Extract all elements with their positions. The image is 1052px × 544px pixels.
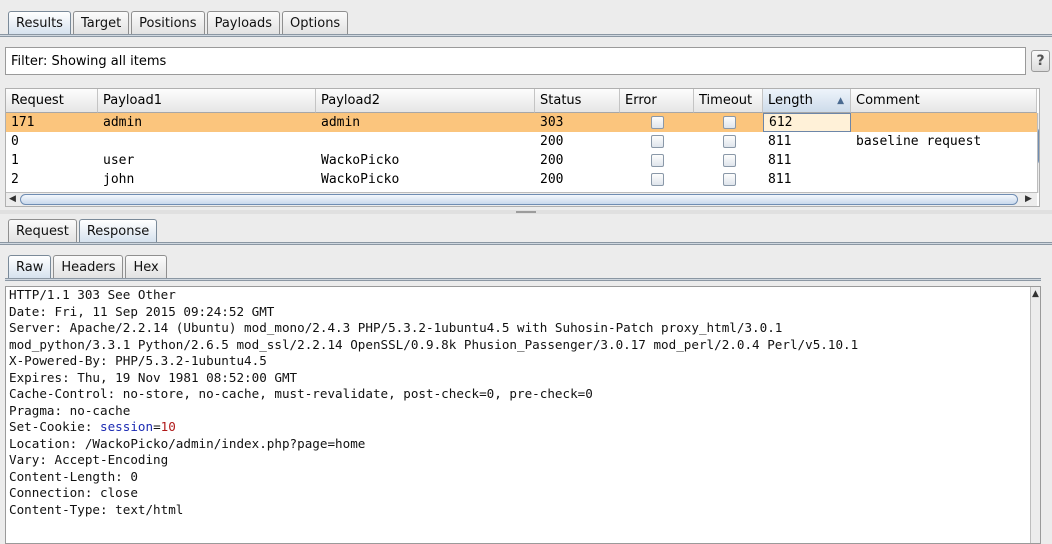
cell-comment bbox=[851, 170, 1039, 189]
view-tabbar: Raw Headers Hex bbox=[8, 255, 169, 278]
detail-tabbar: Request Response bbox=[8, 219, 159, 242]
cell-payload1: admin bbox=[103, 115, 143, 130]
cell-payload2 bbox=[316, 132, 540, 151]
response-line: Pragma: no-cache bbox=[9, 402, 131, 418]
response-vertical-scrollbar[interactable]: ▲ bbox=[1030, 287, 1040, 543]
response-line-set-cookie: Set-Cookie: session=10 bbox=[9, 419, 858, 436]
table-row[interactable]: 171 admin admin 303 612 bbox=[6, 113, 1037, 132]
table-vertical-scrollbar[interactable]: ▲ ▼ bbox=[1037, 113, 1040, 193]
cell-payload2: WackoPicko bbox=[321, 172, 400, 187]
response-line: HTTP/1.1 303 See Other bbox=[9, 287, 176, 302]
column-header-payload1[interactable]: Payload1 bbox=[98, 89, 316, 113]
response-line: Server: Apache/2.2.14 (Ubuntu) mod_mono/… bbox=[9, 320, 783, 335]
response-line: Location: /WackoPicko/admin/index.php?pa… bbox=[9, 435, 366, 451]
column-header-length-label: Length bbox=[768, 93, 813, 108]
scroll-left-icon[interactable]: ◀ bbox=[9, 194, 16, 204]
scroll-down-icon[interactable]: ▼ bbox=[1039, 171, 1040, 181]
column-header-timeout[interactable]: Timeout bbox=[694, 89, 763, 113]
timeout-checkbox bbox=[723, 173, 736, 186]
response-line: Content-Length: 0 bbox=[9, 468, 138, 484]
response-line: Cache-Control: no-store, no-cache, must-… bbox=[9, 386, 593, 401]
response-line: Content-Type: text/html bbox=[9, 501, 184, 517]
cell-comment: baseline request bbox=[856, 134, 982, 149]
cookie-prefix: Set-Cookie: bbox=[9, 419, 100, 434]
cell-payload1 bbox=[98, 132, 321, 151]
tab-positions[interactable]: Positions bbox=[131, 11, 205, 34]
column-header-error[interactable]: Error bbox=[620, 89, 694, 113]
table-horizontal-scroll-thumb[interactable] bbox=[20, 194, 1018, 205]
cell-length: 811 bbox=[768, 172, 792, 187]
top-tab-underline bbox=[0, 34, 1052, 37]
cell-length: 811 bbox=[768, 134, 792, 149]
tab-raw[interactable]: Raw bbox=[8, 255, 52, 278]
cell-status: 200 bbox=[540, 134, 564, 149]
response-line: Date: Fri, 11 Sep 2015 09:24:52 GMT bbox=[9, 303, 275, 319]
cell-status: 200 bbox=[540, 172, 564, 187]
cell-request: 171 bbox=[11, 115, 35, 130]
cookie-name: session bbox=[100, 419, 154, 434]
cell-comment bbox=[851, 151, 1039, 170]
tab-options[interactable]: Options bbox=[282, 11, 349, 34]
timeout-checkbox bbox=[723, 154, 736, 167]
divider-grip-icon bbox=[516, 211, 536, 213]
tab-target[interactable]: Target bbox=[72, 11, 130, 34]
cell-request: 0 bbox=[11, 134, 19, 149]
scroll-right-icon[interactable]: ▶ bbox=[1025, 194, 1032, 204]
table-row[interactable]: 1 user WackoPicko 200 811 bbox=[6, 151, 1037, 170]
cell-payload1: user bbox=[103, 153, 135, 168]
top-tabbar: Results Target Positions Payloads Option… bbox=[8, 11, 350, 34]
timeout-checkbox bbox=[723, 116, 736, 129]
cell-status: 303 bbox=[540, 115, 564, 130]
response-line: Connection: close bbox=[9, 485, 138, 500]
table-row[interactable]: 2 john WackoPicko 200 811 bbox=[6, 170, 1037, 189]
cell-request: 2 bbox=[11, 172, 19, 187]
column-header-length[interactable]: Length ▲ bbox=[763, 89, 851, 113]
cookie-equals: = bbox=[153, 419, 161, 434]
cell-comment bbox=[851, 113, 1039, 132]
detail-tab-underline bbox=[0, 242, 1052, 245]
table-row[interactable]: 0 200 811 baseline request bbox=[6, 132, 1037, 151]
error-checkbox bbox=[651, 154, 664, 167]
error-checkbox bbox=[651, 173, 664, 186]
cell-payload2: admin bbox=[321, 115, 361, 130]
column-header-payload2[interactable]: Payload2 bbox=[316, 89, 535, 113]
column-header-comment[interactable]: Comment bbox=[851, 89, 1037, 113]
scroll-up-icon[interactable]: ▲ bbox=[1039, 115, 1040, 125]
cell-payload2: WackoPicko bbox=[321, 153, 400, 168]
cell-request: 1 bbox=[11, 153, 19, 168]
split-pane-divider[interactable] bbox=[0, 210, 1052, 214]
timeout-checkbox bbox=[723, 135, 736, 148]
column-header-request[interactable]: Request bbox=[6, 89, 98, 113]
response-line: X-Powered-By: PHP/5.3.2-1ubuntu4.5 bbox=[9, 353, 267, 368]
cell-status: 200 bbox=[540, 153, 564, 168]
response-line: Expires: Thu, 19 Nov 1981 08:52:00 GMT bbox=[9, 369, 298, 385]
tab-hex[interactable]: Hex bbox=[125, 255, 167, 278]
response-line: mod_python/3.3.1 Python/2.6.5 mod_ssl/2.… bbox=[9, 336, 859, 352]
cell-payload1: john bbox=[103, 172, 135, 187]
view-tab-underline bbox=[5, 278, 1041, 281]
cookie-value: 10 bbox=[160, 419, 176, 434]
response-text-area[interactable]: HTTP/1.1 303 See Other Date: Fri, 11 Sep… bbox=[5, 286, 1041, 544]
filter-text: Filter: Showing all items bbox=[11, 53, 167, 69]
column-header-status[interactable]: Status bbox=[535, 89, 620, 113]
cell-length: 811 bbox=[768, 153, 792, 168]
filter-bar[interactable]: Filter: Showing all items bbox=[5, 47, 1026, 75]
table-horizontal-scrollbar[interactable]: ◀ ▶ bbox=[6, 192, 1037, 206]
tab-response[interactable]: Response bbox=[78, 219, 158, 242]
response-lines: HTTP/1.1 303 See Other Date: Fri, 11 Sep… bbox=[9, 287, 858, 518]
results-table: Request Payload1 Payload2 Status Error T… bbox=[5, 88, 1040, 207]
error-checkbox bbox=[651, 116, 664, 129]
cell-length: 612 bbox=[763, 113, 851, 132]
help-button[interactable]: ? bbox=[1031, 50, 1050, 72]
sort-ascending-icon: ▲ bbox=[837, 95, 844, 106]
response-line: Vary: Accept-Encoding bbox=[9, 452, 169, 467]
response-scroll-up-icon[interactable]: ▲ bbox=[1032, 289, 1039, 299]
tab-request[interactable]: Request bbox=[8, 219, 77, 242]
table-vertical-scroll-thumb[interactable] bbox=[1038, 127, 1039, 165]
error-checkbox bbox=[651, 135, 664, 148]
tab-headers[interactable]: Headers bbox=[53, 255, 124, 278]
tab-payloads[interactable]: Payloads bbox=[206, 11, 281, 34]
tab-results[interactable]: Results bbox=[8, 11, 71, 34]
